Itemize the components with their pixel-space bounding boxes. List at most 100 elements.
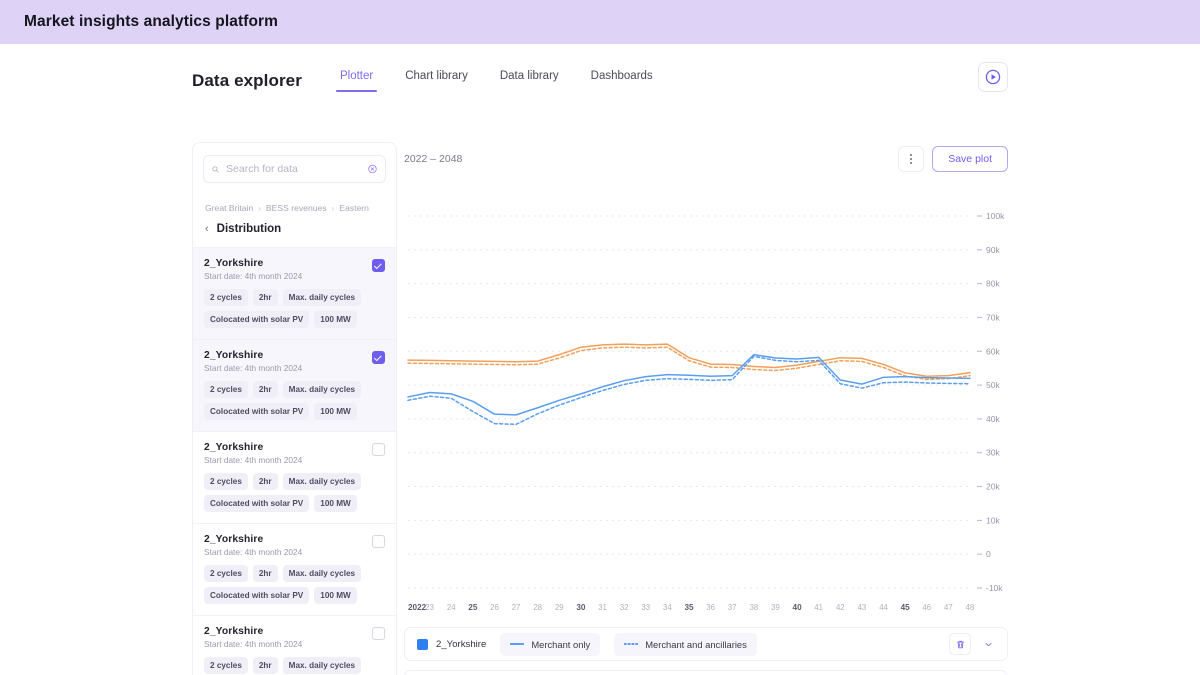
data-item-name: 2_Yorkshire	[204, 626, 302, 637]
data-item-text: 2_YorkshireStart date: 4th month 2024	[204, 534, 302, 557]
search-box[interactable]	[203, 155, 386, 183]
y-tick-label: 90k	[986, 245, 1000, 255]
x-tick-label: 41	[814, 603, 823, 612]
data-item-text: 2_Yorkshire Start date: 4th month 2024	[204, 442, 302, 465]
tab-data-library[interactable]: Data library	[484, 64, 575, 98]
legend-series-label: Merchant only	[531, 639, 590, 650]
search-icon	[212, 164, 219, 175]
more-vertical-icon	[910, 162, 912, 164]
breadcrumb-item[interactable]: BESS revenues	[266, 203, 327, 213]
data-item-tag: Max. daily cycles	[283, 565, 361, 582]
data-item-checkbox[interactable]	[372, 351, 385, 364]
data-item-header: 2_Yorkshire Start date: 4th month 2024	[204, 442, 385, 465]
legend-series-name: 2_Yorkshire	[436, 639, 486, 650]
play-button[interactable]	[978, 62, 1008, 92]
data-item-tag: Colocated with solar PV	[204, 403, 309, 420]
x-tick-label: 42	[836, 603, 845, 612]
data-item-checkbox[interactable]	[372, 627, 385, 640]
more-vertical-icon	[910, 154, 912, 156]
tab-bar: PlotterChart libraryData libraryDashboar…	[324, 64, 669, 98]
play-circle-icon	[985, 69, 1001, 85]
legend-row[interactable]: 2_Yorkshire Merchant only Merchant and anc…	[404, 627, 1008, 661]
data-item-start-date: Start date: 4th month 2024	[204, 547, 302, 557]
tab-plotter[interactable]: Plotter	[324, 64, 389, 98]
data-item-tag: 100 MW	[314, 587, 356, 604]
data-item-tags: 2 cycles2hrMax. daily cyclesColocated wi…	[204, 381, 385, 420]
data-item-tags: 2 cycles2hrMax. daily cyclesColocated wi…	[204, 289, 385, 328]
legend-series-chip[interactable]: Merchant and ancillaries	[614, 633, 757, 656]
section-title: Distribution	[217, 223, 282, 235]
data-item-start-date: Start date: 4th month 2024	[204, 639, 302, 649]
x-tick-label: 48	[966, 603, 975, 612]
data-item-header: 2_Yorkshire Start date: 4th month 2024	[204, 258, 385, 281]
x-tick-label: 45	[901, 603, 911, 612]
date-range-label: 2022 – 2048	[404, 153, 462, 165]
app-banner: Market insights analytics platform	[0, 0, 1200, 44]
data-item-header: 2_YorkshireStart date: 4th month 2024	[204, 534, 385, 557]
more-options-button[interactable]	[898, 146, 924, 172]
x-tick-label: 2022	[408, 603, 427, 612]
tab-dashboards[interactable]: Dashboards	[575, 64, 669, 98]
chevron-down-icon	[983, 639, 994, 650]
data-item-tag: Max. daily cycles	[283, 289, 361, 306]
chart-series-line	[408, 356, 970, 424]
data-item-name: 2_Yorkshire	[204, 258, 302, 269]
x-tick-label: 30	[576, 603, 586, 612]
legend-row[interactable]: 2_YorkshireMerchant onlyMerchant and anc…	[404, 670, 1008, 675]
plot-toolbar: 2022 – 2048 Save plot	[404, 142, 1008, 176]
legend-series-chip[interactable]: Merchant only	[500, 633, 600, 656]
data-item-tag: Colocated with solar PV	[204, 311, 309, 328]
data-item-card[interactable]: 2_Yorkshire Start date: 4th month 2024 2 c…	[193, 247, 396, 339]
chevron-left-icon[interactable]: ‹	[205, 224, 209, 235]
x-tick-label: 25	[468, 603, 478, 612]
x-tick-label: 43	[858, 603, 867, 612]
save-plot-button[interactable]: Save plot	[932, 146, 1008, 172]
x-tick-label: 35	[684, 603, 694, 612]
data-item-card[interactable]: 2_YorkshireStart date: 4th month 20242 c…	[193, 431, 396, 523]
chart-legend: 2_Yorkshire Merchant only Merchant and anc…	[404, 627, 1008, 675]
line-chart[interactable]: 100k90k80k70k60k50k40k30k20k10k0-10k2022…	[404, 178, 1008, 623]
data-item-card[interactable]: 2_Yorkshire Start date: 4th month 2024 2 c…	[193, 339, 396, 431]
y-tick-label: -10k	[986, 583, 1003, 593]
x-tick-label: 24	[447, 603, 456, 612]
y-tick-label: 0	[986, 549, 991, 559]
clear-circle-icon[interactable]	[368, 162, 377, 176]
x-tick-label: 40	[793, 603, 803, 612]
data-sidebar: Great Britain›BESS revenues›Eastern ‹ Di…	[192, 142, 397, 675]
data-item-tag: 2hr	[253, 565, 278, 582]
dotted-line-icon	[624, 641, 638, 647]
data-item-tags: 2 cycles2hrMax. daily cyclesColocated wi…	[204, 657, 385, 675]
tab-chart-library[interactable]: Chart library	[389, 64, 484, 98]
chart-area[interactable]: 100k90k80k70k60k50k40k30k20k10k0-10k2022…	[404, 178, 1008, 623]
data-item-tag: 2hr	[253, 381, 278, 398]
x-tick-label: 29	[555, 603, 564, 612]
x-tick-label: 36	[706, 603, 715, 612]
x-tick-label: 34	[663, 603, 672, 612]
data-item-tag: 2 cycles	[204, 657, 248, 674]
data-item-name: 2_Yorkshire	[204, 350, 302, 361]
data-item-checkbox[interactable]	[372, 535, 385, 548]
data-item-start-date: Start date: 4th month 2024	[204, 455, 302, 465]
data-item-checkbox[interactable]	[372, 259, 385, 272]
x-tick-label: 26	[490, 603, 499, 612]
legend-series-label: Merchant and ancillaries	[645, 639, 747, 650]
chart-series-line	[408, 347, 970, 379]
solid-line-icon	[510, 641, 524, 647]
breadcrumb-item[interactable]: Eastern	[339, 203, 369, 213]
delete-series-button[interactable]	[949, 633, 971, 655]
x-tick-label: 32	[620, 603, 629, 612]
data-item-start-date: Start date: 4th month 2024	[204, 271, 302, 281]
data-item-card[interactable]: 2_Yorkshire Start date: 4th month 2024 2 c…	[193, 615, 396, 675]
data-item-list: 2_Yorkshire Start date: 4th month 2024 2 c…	[193, 247, 396, 675]
data-item-checkbox[interactable]	[372, 443, 385, 456]
data-item-start-date: Start date: 4th month 2024	[204, 363, 302, 373]
data-item-text: 2_Yorkshire Start date: 4th month 2024	[204, 626, 302, 649]
data-item-name: 2_Yorkshire	[204, 442, 302, 453]
data-item-card[interactable]: 2_YorkshireStart date: 4th month 20242 c…	[193, 523, 396, 615]
expand-row-button[interactable]	[977, 633, 999, 655]
banner-title: Market insights analytics platform	[24, 13, 278, 31]
search-input[interactable]	[226, 163, 361, 175]
breadcrumb-item[interactable]: Great Britain	[205, 203, 253, 213]
y-tick-label: 10k	[986, 515, 1000, 525]
app-header: Data explorer PlotterChart libraryData l…	[192, 56, 1008, 106]
